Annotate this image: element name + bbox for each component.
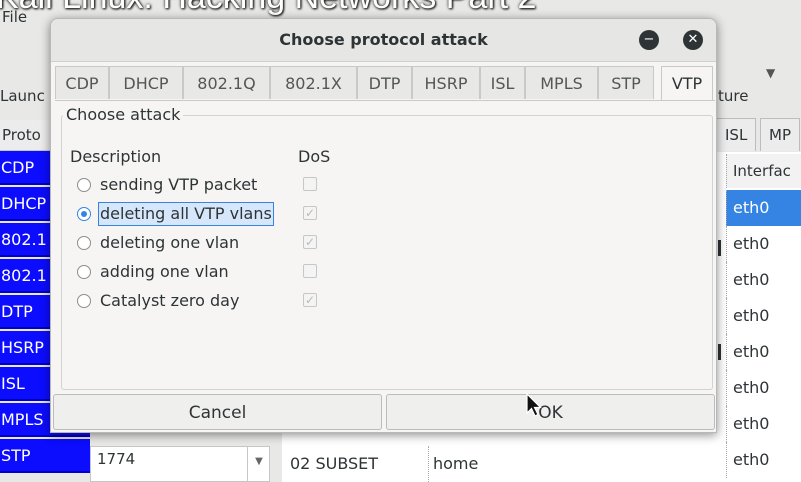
description-column-header: Description bbox=[70, 147, 162, 166]
table-cell-home[interactable]: home bbox=[428, 446, 478, 482]
minimize-icon[interactable]: − bbox=[639, 30, 659, 50]
column-separator bbox=[718, 344, 721, 360]
attack-option[interactable]: adding one vlan bbox=[73, 260, 353, 286]
stp-dropdown-icon[interactable]: ▼ bbox=[247, 447, 270, 481]
tab-dtp[interactable]: DTP bbox=[357, 66, 412, 99]
tab-stp[interactable]: STP bbox=[598, 66, 654, 99]
toolbar-capture-label[interactable]: ture bbox=[718, 87, 748, 105]
table-cell-subset[interactable]: 02 SUBSET bbox=[290, 446, 378, 482]
radio-button[interactable] bbox=[77, 265, 91, 279]
radio-button[interactable] bbox=[77, 236, 91, 250]
interface-cell[interactable]: eth0 bbox=[726, 298, 801, 334]
tab-dhcp[interactable]: DHCP bbox=[109, 66, 183, 99]
attack-label[interactable]: deleting all VTP vlans bbox=[98, 202, 274, 226]
dialog-title: Choose protocol attack bbox=[279, 30, 488, 49]
attack-label[interactable]: deleting one vlan bbox=[99, 232, 240, 254]
interface-cell[interactable]: eth0 bbox=[726, 406, 801, 442]
interface-cell[interactable]: eth0 bbox=[726, 334, 801, 370]
attack-option[interactable]: sending VTP packet bbox=[73, 173, 353, 199]
interface-column-header[interactable]: Interfac bbox=[726, 154, 801, 188]
close-icon[interactable]: ✕ bbox=[683, 30, 703, 50]
column-separator bbox=[718, 240, 721, 256]
mouse-cursor-icon bbox=[526, 393, 542, 417]
attack-option[interactable]: deleting one vlan ✓ bbox=[73, 231, 353, 257]
tab-isl[interactable]: ISL bbox=[480, 66, 525, 99]
attack-option[interactable]: deleting all VTP vlans ✓ bbox=[73, 202, 353, 228]
tab-hsrp[interactable]: HSRP bbox=[412, 66, 480, 99]
bg-tab-isl[interactable]: ISL bbox=[716, 118, 757, 151]
dialog-titlebar[interactable]: Choose protocol attack − ✕ bbox=[51, 19, 716, 62]
protocol-tabs: CDP DHCP 802.1Q 802.1X DTP HSRP ISL MPLS… bbox=[55, 66, 715, 101]
tab-vtp[interactable]: VTP bbox=[661, 66, 713, 100]
tab-mpls[interactable]: MPLS bbox=[525, 66, 598, 99]
interface-cell[interactable]: eth0 bbox=[726, 190, 801, 226]
interface-cell[interactable]: eth0 bbox=[726, 370, 801, 406]
interface-column: Interfac eth0 eth0 eth0 eth0 eth0 eth0 e… bbox=[726, 152, 801, 482]
dos-checkbox-checked: ✓ bbox=[303, 293, 317, 307]
protocol-item-stp[interactable]: STP bbox=[0, 439, 90, 473]
tab-cdp[interactable]: CDP bbox=[55, 66, 109, 99]
choose-protocol-attack-dialog: Choose protocol attack − ✕ CDP DHCP 802.… bbox=[50, 18, 717, 433]
interface-cell[interactable]: eth0 bbox=[726, 442, 801, 478]
radio-button-selected[interactable] bbox=[77, 207, 91, 221]
attack-label[interactable]: adding one vlan bbox=[99, 261, 230, 283]
protocols-header: Proto bbox=[0, 120, 52, 151]
attack-label[interactable]: sending VTP packet bbox=[99, 174, 258, 196]
toolbar-launch-label[interactable]: Launc bbox=[0, 87, 45, 105]
dos-checkbox bbox=[303, 177, 317, 191]
dos-checkbox bbox=[303, 264, 317, 278]
radio-button[interactable] bbox=[77, 294, 91, 308]
stp-value: 1774 bbox=[97, 450, 136, 468]
tab-8021x[interactable]: 802.1X bbox=[270, 66, 357, 99]
tab-8021q[interactable]: 802.1Q bbox=[183, 66, 270, 99]
toolbar-dropdown-arrow-icon[interactable]: ▼ bbox=[766, 66, 775, 80]
interface-cell[interactable]: eth0 bbox=[726, 262, 801, 298]
interface-cell[interactable]: eth0 bbox=[726, 226, 801, 262]
attack-option[interactable]: Catalyst zero day ✓ bbox=[73, 289, 353, 315]
dos-checkbox-checked: ✓ bbox=[303, 235, 317, 249]
choose-attack-legend: Choose attack bbox=[63, 105, 184, 124]
attack-label[interactable]: Catalyst zero day bbox=[99, 290, 240, 312]
video-title-overlay: Kali Linux: Hacking Networks Part 2 bbox=[0, 0, 536, 17]
dos-checkbox-checked: ✓ bbox=[303, 206, 317, 220]
cancel-button[interactable]: Cancel bbox=[53, 394, 382, 430]
bg-tab-mpls[interactable]: MP bbox=[760, 118, 800, 151]
menu-file[interactable]: File bbox=[2, 8, 27, 26]
dos-column-header: DoS bbox=[298, 147, 331, 166]
radio-button[interactable] bbox=[77, 178, 91, 192]
stp-value-field[interactable]: 1774 ▼ bbox=[90, 446, 270, 482]
ok-button[interactable]: OK bbox=[386, 394, 715, 430]
